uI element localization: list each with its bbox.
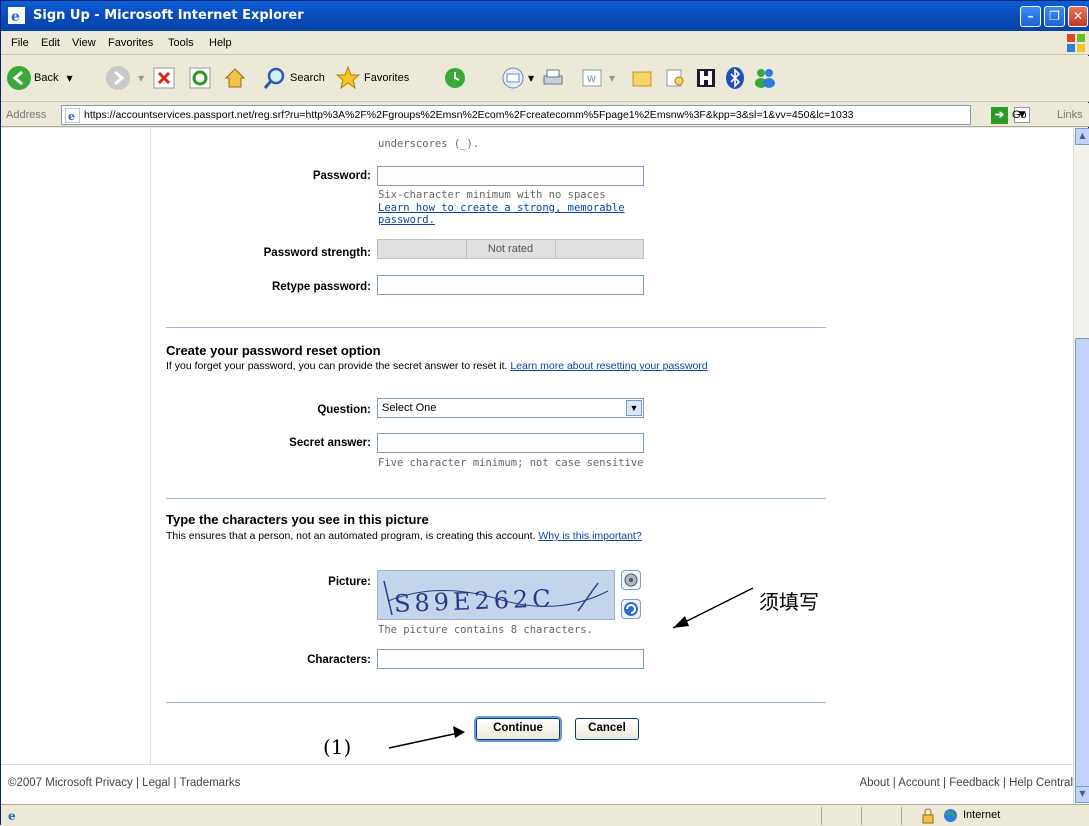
vertical-scrollbar[interactable]: ▲ ▼ [1073,128,1089,804]
annotation-arrows [388,587,754,749]
scroll-up-icon[interactable]: ▲ [1075,128,1089,145]
status-zone [821,807,861,825]
status-bar: e Internet [1,804,1089,826]
scroll-thumb[interactable] [1075,338,1089,788]
ie-icon: e [8,7,25,24]
mail-button[interactable]: ▼ [501,63,534,93]
windows-logo-icon [1067,34,1085,52]
status-zone [861,807,901,825]
messenger-icon [755,69,775,88]
lock-icon [922,808,934,824]
word-icon: W [582,69,602,87]
annotation-required: 须填写 [759,590,819,614]
svg-text:e: e [68,110,75,123]
history-button[interactable] [443,63,467,93]
address-bar: Address e https://accountservices.passpo… [1,103,1089,127]
page-icon: e [65,108,80,123]
forward-arrow-icon [106,66,130,90]
star-icon [335,65,361,90]
search-button[interactable]: Search [263,63,325,93]
security-zone-label: Internet [963,809,1001,821]
history-icon [445,68,465,88]
home-icon [224,68,246,88]
edit-button[interactable]: W ▼ [581,63,615,93]
menu-favorites[interactable]: Favorites [108,37,153,49]
address-url: https://accountservices.passport.net/reg… [84,109,854,121]
svg-text:W: W [587,75,596,85]
scroll-down-icon[interactable]: ▼ [1075,786,1089,803]
print-button[interactable] [541,63,565,93]
title-bar: e Sign Up - Microsoft Internet Explorer … [1,1,1089,31]
forward-dropdown-icon[interactable]: ▼ [138,74,144,83]
menu-view[interactable]: View [72,37,96,49]
annotation-step: (1) [323,735,352,759]
edit-dropdown-icon[interactable]: ▼ [609,74,615,83]
address-input[interactable]: e https://accountservices.passport.net/r… [61,105,1030,125]
bluetooth-icon [726,67,744,89]
menu-help[interactable]: Help [209,37,232,49]
page-footer: ©2007 Microsoft Privacy | Legal | Tradem… [1,764,1073,804]
stop-icon [153,67,175,89]
back-dropdown-icon[interactable]: ▼ [66,74,72,83]
minimize-button[interactable]: – [1020,6,1041,27]
folder-icon [632,71,652,87]
svg-text:e: e [11,9,20,24]
forward-button[interactable]: ▼ [106,63,144,93]
page-status-icon: e [8,809,16,822]
back-button[interactable]: Back ▼ [7,63,73,93]
svg-text:e: e [8,809,16,822]
links-button[interactable]: Links [1057,109,1083,121]
bluetooth-button[interactable] [725,63,745,93]
address-label: Address [6,109,47,121]
back-arrow-icon [7,66,31,90]
mail-icon [502,67,524,89]
toolbar: Back ▼ ▼ Search Favorites ▼ W ▼ [1,56,1089,102]
home-button[interactable] [223,63,247,93]
search-icon [263,67,285,89]
h-icon [697,69,715,87]
research-icon [666,69,684,87]
browser-window: e Sign Up - Microsoft Internet Explorer … [0,0,1089,826]
page-viewport: underscores (_). Password: Six-character… [1,128,1073,804]
window-title: Sign Up - Microsoft Internet Explorer [33,8,304,23]
printer-icon [543,69,563,85]
refresh-button[interactable] [189,63,211,93]
go-arrow-icon: ➔ [991,106,1008,124]
mail-dropdown-icon[interactable]: ▼ [528,74,534,83]
research-button[interactable] [664,63,686,93]
refresh-icon [189,67,211,89]
menu-bar: File Edit View Favorites Tools Help [1,31,1089,55]
close-button[interactable]: ✕ [1068,6,1088,27]
globe-icon [944,809,957,822]
stop-button[interactable] [153,63,175,93]
menu-edit[interactable]: Edit [41,37,60,49]
maximize-button[interactable]: ❐ [1044,6,1065,27]
footer-links-left[interactable]: ©2007 Microsoft Privacy | Legal | Tradem… [8,777,240,789]
discuss-button[interactable] [631,63,653,93]
menu-file[interactable]: File [11,37,29,49]
favorites-button[interactable]: Favorites [335,63,409,93]
go-button[interactable]: ➔ Go [991,106,1027,124]
messenger-button[interactable] [753,63,777,93]
footer-links-right[interactable]: About | Account | Feedback | Help Centra… [859,777,1073,789]
h-button[interactable] [695,63,717,93]
menu-tools[interactable]: Tools [168,37,194,49]
